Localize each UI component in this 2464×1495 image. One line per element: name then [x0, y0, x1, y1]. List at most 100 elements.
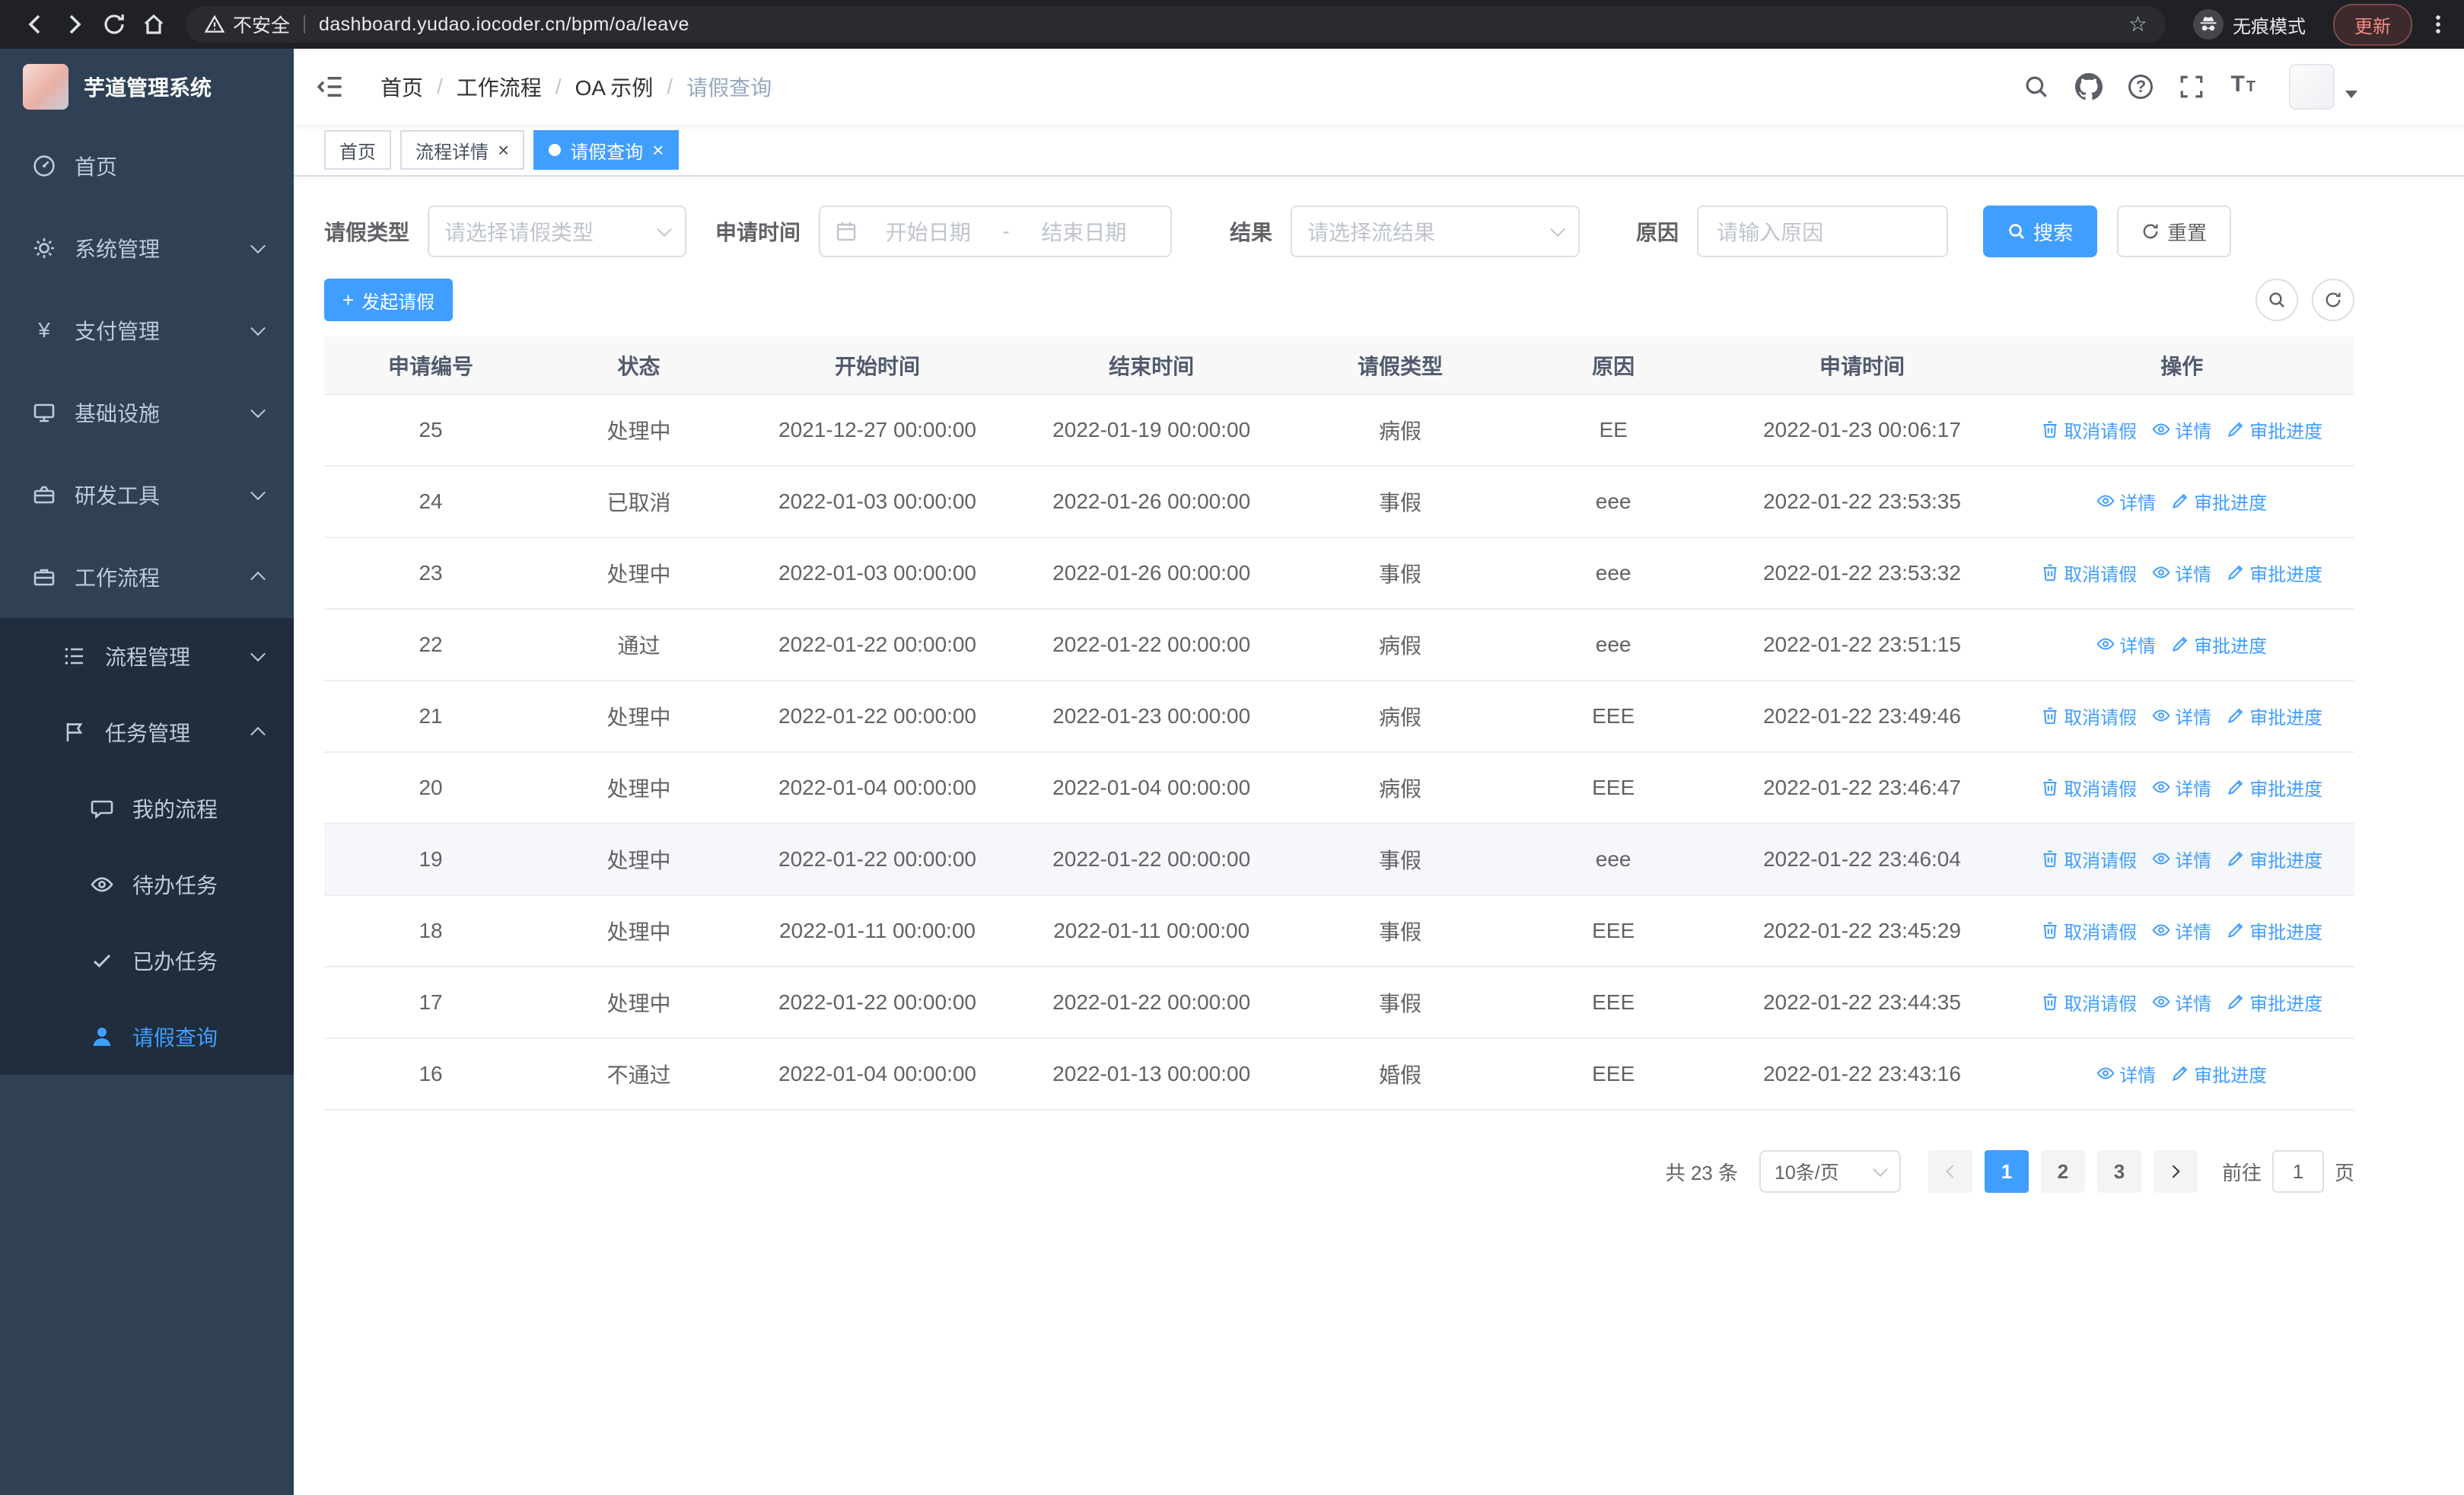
sidebar-item-done-tasks[interactable]: 已办任务 [0, 923, 294, 999]
security-indicator[interactable]: 不安全 [204, 11, 290, 38]
detail-link[interactable]: 详情 [2152, 559, 2211, 586]
table-row[interactable]: 23 处理中 2022-01-03 00:00:00 2022-01-26 00:00… [324, 537, 2354, 610]
refresh-table-button[interactable] [2312, 279, 2354, 321]
leave-type-select[interactable]: 请选择请假类型 [428, 206, 687, 257]
reset-button[interactable]: 重置 [2117, 206, 2232, 257]
sidebar-toggle-icon[interactable] [317, 72, 347, 102]
cell-start: 2021-12-27 00:00:00 [740, 394, 1015, 467]
user-menu[interactable] [2289, 64, 2357, 110]
cancel-leave-link[interactable]: 取消请假 [2041, 917, 2137, 944]
cancel-leave-link[interactable]: 取消请假 [2041, 416, 2137, 443]
table-row[interactable]: 21 处理中 2022-01-22 00:00:00 2022-01-23 00:00… [324, 681, 2354, 753]
search-button[interactable]: 搜索 [1983, 206, 2098, 257]
eye-icon [2152, 709, 2170, 722]
page-size-select[interactable]: 10条/页 [1759, 1150, 1901, 1193]
sidebar-item-process-mgmt[interactable]: 流程管理 [0, 618, 294, 694]
sidebar-item-devtools[interactable]: 研发工具 [0, 454, 294, 536]
detail-link[interactable]: 详情 [2152, 846, 2211, 872]
fullscreen-icon[interactable] [2179, 72, 2205, 102]
page-button-1[interactable]: 1 [1984, 1150, 2029, 1193]
tab-close-icon[interactable]: × [498, 140, 509, 160]
sidebar-item-todo-tasks[interactable]: 待办任务 [0, 846, 294, 923]
detail-link[interactable]: 详情 [2152, 703, 2211, 729]
progress-link[interactable]: 审批进度 [2227, 416, 2322, 443]
tab-leave-query[interactable]: 请假查询 × [533, 130, 680, 170]
reason-input[interactable]: 请输入原因 [1697, 206, 1949, 257]
page-button-3[interactable]: 3 [2096, 1150, 2141, 1193]
page-button-2[interactable]: 2 [2040, 1150, 2085, 1193]
tab-close-icon[interactable]: × [652, 140, 664, 160]
sidebar-item-payment[interactable]: ¥ 支付管理 [0, 289, 294, 371]
sidebar-item-home[interactable]: 首页 [0, 125, 294, 207]
cancel-leave-link[interactable]: 取消请假 [2041, 989, 2137, 1015]
cancel-leave-link[interactable]: 取消请假 [2041, 846, 2137, 872]
github-icon[interactable] [2075, 72, 2103, 102]
url-text[interactable]: dashboard.yudao.iocoder.cn/bpm/oa/leave [319, 14, 2128, 36]
cancel-leave-link[interactable]: 取消请假 [2041, 703, 2137, 729]
table-row[interactable]: 16 不通过 2022-01-04 00:00:00 2022-01-13 00:00… [324, 1038, 2354, 1111]
cancel-leave-link[interactable]: 取消请假 [2041, 774, 2137, 801]
progress-link[interactable]: 审批进度 [2227, 989, 2322, 1015]
create-leave-button[interactable]: + 发起请假 [324, 279, 454, 321]
table-row[interactable]: 17 处理中 2022-01-22 00:00:00 2022-01-22 00:00… [324, 967, 2354, 1039]
cell-applied: 2022-01-22 23:44:35 [1714, 967, 2010, 1039]
progress-link[interactable]: 审批进度 [2227, 559, 2322, 586]
progress-link[interactable]: 审批进度 [2227, 774, 2322, 801]
table-row[interactable]: 24 已取消 2022-01-03 00:00:00 2022-01-26 00:00… [324, 466, 2354, 538]
cell-actions: 详情 审批进度 [2009, 609, 2354, 681]
detail-link[interactable]: 详情 [2152, 917, 2211, 944]
sidebar-item-system[interactable]: 系统管理 [0, 207, 294, 289]
back-icon[interactable] [15, 5, 55, 44]
sidebar-item-infrastructure[interactable]: 基础设施 [0, 371, 294, 454]
progress-link[interactable]: 审批进度 [2227, 917, 2322, 944]
detail-link[interactable]: 详情 [2096, 631, 2156, 658]
sidebar-item-my-processes[interactable]: 我的流程 [0, 770, 294, 846]
cell-end: 2022-01-04 00:00:00 [1014, 752, 1289, 824]
cell-actions: 详情 审批进度 [2009, 1038, 2354, 1111]
prev-page-button[interactable] [1928, 1150, 1972, 1193]
tab-process-detail[interactable]: 流程详情 × [400, 130, 525, 170]
update-button[interactable]: 更新 [2333, 3, 2412, 46]
sidebar-item-leave-query[interactable]: 请假查询 [0, 999, 294, 1075]
omnibox[interactable]: 不安全 dashboard.yudao.iocoder.cn/bpm/oa/le… [186, 6, 2166, 43]
table-row[interactable]: 19 处理中 2022-01-22 00:00:00 2022-01-22 00:00… [324, 824, 2354, 896]
cancel-leave-link[interactable]: 取消请假 [2041, 559, 2137, 586]
table-row[interactable]: 18 处理中 2022-01-11 00:00:00 2022-01-11 00:00… [324, 895, 2354, 967]
breadcrumb-workflow[interactable]: 工作流程 [457, 72, 542, 102]
search-icon[interactable] [2023, 72, 2049, 102]
progress-link[interactable]: 审批进度 [2171, 488, 2267, 515]
avatar[interactable] [2289, 64, 2335, 110]
detail-link[interactable]: 详情 [2152, 416, 2211, 443]
detail-link[interactable]: 详情 [2152, 774, 2211, 801]
bookmark-icon[interactable]: ☆ [2128, 14, 2147, 35]
breadcrumb-oa-example[interactable]: OA 示例 [575, 72, 654, 102]
font-size-icon[interactable]: TT [2230, 72, 2255, 102]
help-icon[interactable]: ? [2128, 72, 2154, 102]
progress-link[interactable]: 审批进度 [2227, 846, 2322, 872]
goto-page: 前往 1 页 [2222, 1150, 2354, 1193]
breadcrumb-home[interactable]: 首页 [380, 72, 423, 102]
chevron-down-icon [250, 485, 266, 501]
table-row[interactable]: 20 处理中 2022-01-04 00:00:00 2022-01-04 00:00… [324, 752, 2354, 824]
sidebar-item-workflow[interactable]: 工作流程 [0, 536, 294, 618]
tab-home[interactable]: 首页 [324, 130, 391, 170]
detail-link[interactable]: 详情 [2096, 1060, 2156, 1087]
next-page-button[interactable] [2153, 1150, 2198, 1193]
progress-link[interactable]: 审批进度 [2171, 1060, 2267, 1087]
result-select[interactable]: 请选择流结果 [1291, 206, 1581, 257]
table-row[interactable]: 22 通过 2022-01-22 00:00:00 2022-01-22 00:00:… [324, 609, 2354, 681]
detail-link[interactable]: 详情 [2096, 488, 2156, 515]
detail-link[interactable]: 详情 [2152, 989, 2211, 1015]
reload-icon[interactable] [94, 5, 134, 44]
goto-page-input[interactable]: 1 [2271, 1150, 2324, 1193]
table-row[interactable]: 25 处理中 2021-12-27 00:00:00 2022-01-19 00:00… [324, 394, 2354, 467]
sidebar-item-task-mgmt[interactable]: 任务管理 [0, 694, 294, 770]
show-search-button[interactable] [2255, 279, 2298, 321]
browser-menu-icon[interactable] [2427, 12, 2449, 37]
home-icon[interactable] [134, 5, 173, 44]
apply-time-range-input[interactable]: 开始日期 - 结束日期 [819, 206, 1173, 257]
forward-icon[interactable] [55, 5, 94, 44]
cell-actions: 取消请假 详情 审批进度 [2009, 824, 2354, 896]
progress-link[interactable]: 审批进度 [2171, 631, 2267, 658]
progress-link[interactable]: 审批进度 [2227, 703, 2322, 729]
